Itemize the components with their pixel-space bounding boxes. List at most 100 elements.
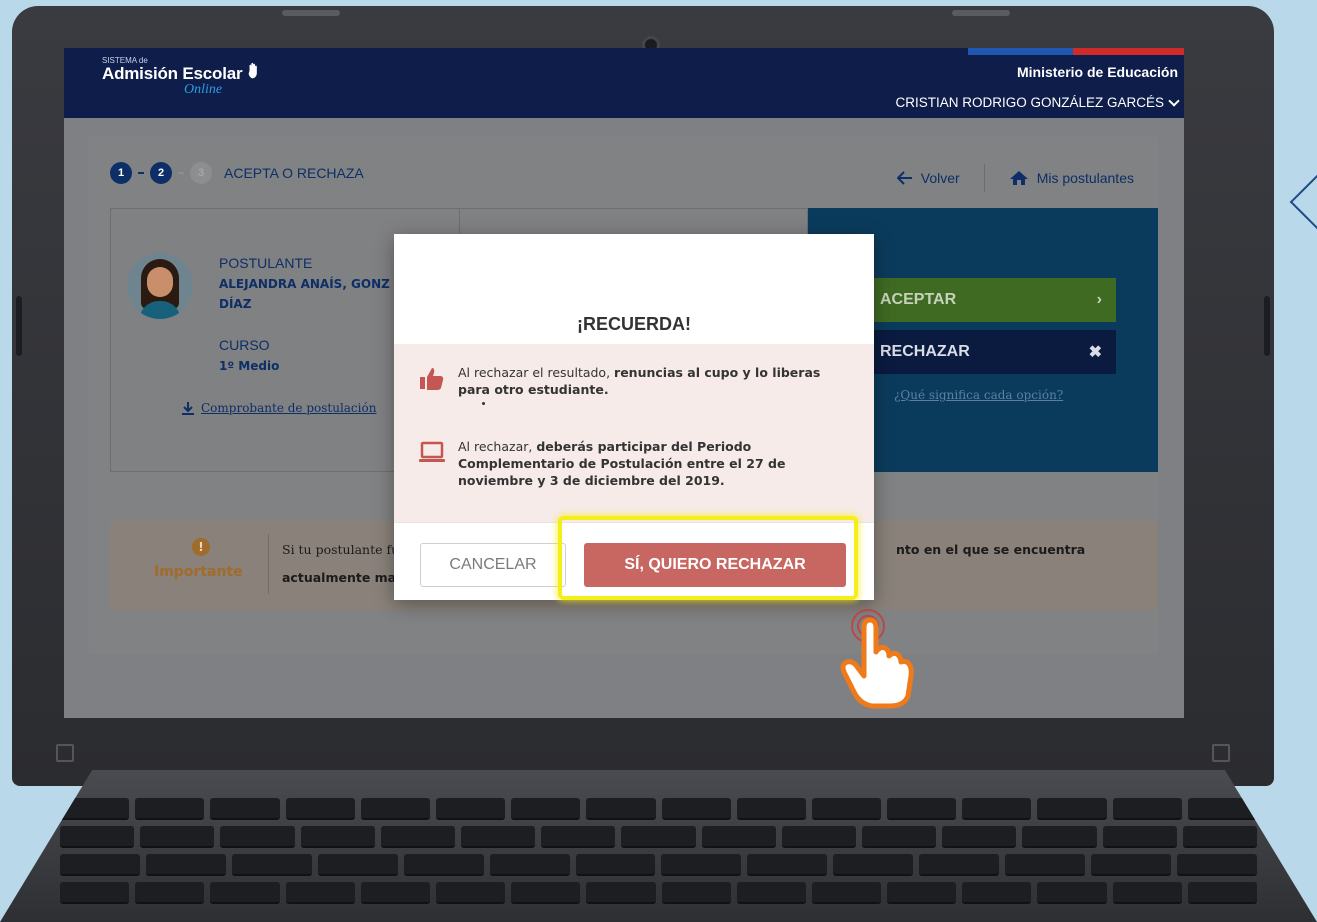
- key: [210, 882, 280, 904]
- lid-side: [1264, 296, 1270, 356]
- download-icon: [182, 402, 194, 415]
- meaning-link[interactable]: ¿Qué significa cada opción?: [894, 388, 1063, 402]
- cancel-button[interactable]: CANCELAR: [420, 543, 566, 587]
- key: [701, 826, 776, 848]
- key: [736, 798, 806, 820]
- applicant-name-1: ALEJANDRA ANAÍS, GONZ: [219, 277, 390, 291]
- key: [60, 882, 130, 904]
- lid-hinge: [952, 10, 1010, 16]
- key: [403, 854, 484, 876]
- back-link[interactable]: Volver: [896, 170, 960, 186]
- reject-label: RECHAZAR: [880, 343, 970, 360]
- key: [811, 882, 882, 904]
- step-3: 3: [190, 162, 212, 184]
- notice-text: actualmente ma: [282, 570, 397, 585]
- key: [285, 798, 355, 820]
- modal-item-text: Al rechazar, deberás participar del Peri…: [458, 438, 842, 489]
- thumbs-up-icon: [420, 368, 444, 390]
- key: [1005, 854, 1086, 876]
- modal-title: ¡RECUERDA!: [577, 314, 691, 334]
- key: [661, 854, 742, 876]
- applicant-name-2: DÍAZ: [219, 297, 252, 311]
- step-connector: [178, 172, 184, 174]
- home-icon: [1009, 171, 1028, 185]
- course-label: CURSO: [219, 337, 270, 353]
- user-name: CRISTIAN RODRIGO GONZÁLEZ GARCÉS: [895, 95, 1164, 110]
- modal-item-1-text: Al rechazar el resultado,: [458, 365, 615, 380]
- logo-title[interactable]: Admisión Escolar: [102, 64, 243, 84]
- key: [360, 798, 430, 820]
- key: [489, 854, 570, 876]
- key: [1112, 798, 1182, 820]
- key: [781, 826, 857, 848]
- key: [140, 826, 215, 848]
- user-menu[interactable]: CRISTIAN RODRIGO GONZÁLEZ GARCÉS: [895, 94, 1180, 110]
- flag-stripe: [968, 48, 1184, 55]
- key: [586, 798, 656, 820]
- key: [887, 882, 957, 904]
- key: [621, 826, 696, 848]
- applicant-avatar: [127, 253, 193, 319]
- accept-button[interactable]: ACEPTAR ›: [866, 278, 1116, 322]
- bezel-button: [56, 744, 74, 762]
- my-applicants-link[interactable]: Mis postulantes: [1009, 170, 1134, 186]
- back-label: Volver: [920, 170, 960, 186]
- arrow-left-icon: [896, 171, 912, 185]
- key: [962, 798, 1032, 820]
- chevron-down-icon: [1168, 94, 1180, 107]
- key: [661, 882, 731, 904]
- chevron-right-icon: ›: [1096, 291, 1102, 308]
- key: [60, 826, 135, 848]
- key: [380, 826, 456, 848]
- step-1: 1: [110, 162, 132, 184]
- bezel-button: [1212, 744, 1230, 762]
- laptop-icon: [419, 441, 445, 462]
- key-row: [60, 882, 1257, 904]
- notice-text: nto en el que se encuentra: [896, 542, 1086, 557]
- close-icon: ✖: [1088, 344, 1102, 361]
- key: [210, 798, 280, 820]
- key: [300, 826, 375, 848]
- site-header: SISTEMA de Admisión Escolar Online Minis…: [64, 48, 1184, 118]
- laptop-screen: SISTEMA de Admisión Escolar Online Minis…: [64, 48, 1184, 718]
- hand-pointer-icon: [840, 609, 914, 709]
- course-value: 1º Medio: [219, 359, 280, 373]
- key: [575, 854, 656, 876]
- key: [586, 882, 656, 904]
- key: [145, 854, 226, 876]
- key: [435, 798, 506, 820]
- carousel-prev-icon[interactable]: [1289, 173, 1317, 231]
- reject-button[interactable]: RECHAZAR ✖: [866, 330, 1116, 374]
- panel-nav: Volver Mis postulantes: [896, 164, 1134, 192]
- key: [942, 826, 1017, 848]
- key: [811, 798, 882, 820]
- key: [1102, 826, 1177, 848]
- receipt-label: Comprobante de postulación: [201, 401, 377, 415]
- step-connector: [138, 172, 144, 174]
- key-row: [60, 854, 1257, 876]
- key: [747, 854, 828, 876]
- key: [661, 798, 731, 820]
- modal-item-text: Al rechazar el resultado, renuncias al c…: [458, 364, 842, 398]
- nav-divider: [983, 164, 985, 192]
- key: [1182, 826, 1258, 848]
- modal-body: Al rechazar el resultado, renuncias al c…: [394, 344, 874, 522]
- key: [60, 854, 140, 876]
- step-label: ACEPTA O RECHAZA: [224, 165, 364, 181]
- receipt-link[interactable]: Comprobante de postulación: [181, 401, 376, 415]
- key: [435, 882, 506, 904]
- confirm-highlight: [558, 516, 858, 600]
- modal-item-2: Al rechazar, deberás participar del Peri…: [418, 438, 842, 489]
- important-label: Importante: [154, 564, 243, 580]
- key: [461, 826, 536, 848]
- lid-side: [16, 296, 22, 356]
- notice-divider: [268, 534, 269, 594]
- key-row: [60, 798, 1257, 820]
- stepper: 1 2 3 ACEPTA O RECHAZA: [110, 162, 364, 184]
- key: [360, 882, 430, 904]
- key: [1022, 826, 1097, 848]
- key: [962, 882, 1032, 904]
- key: [1112, 882, 1182, 904]
- key: [1037, 882, 1107, 904]
- key: [1037, 798, 1107, 820]
